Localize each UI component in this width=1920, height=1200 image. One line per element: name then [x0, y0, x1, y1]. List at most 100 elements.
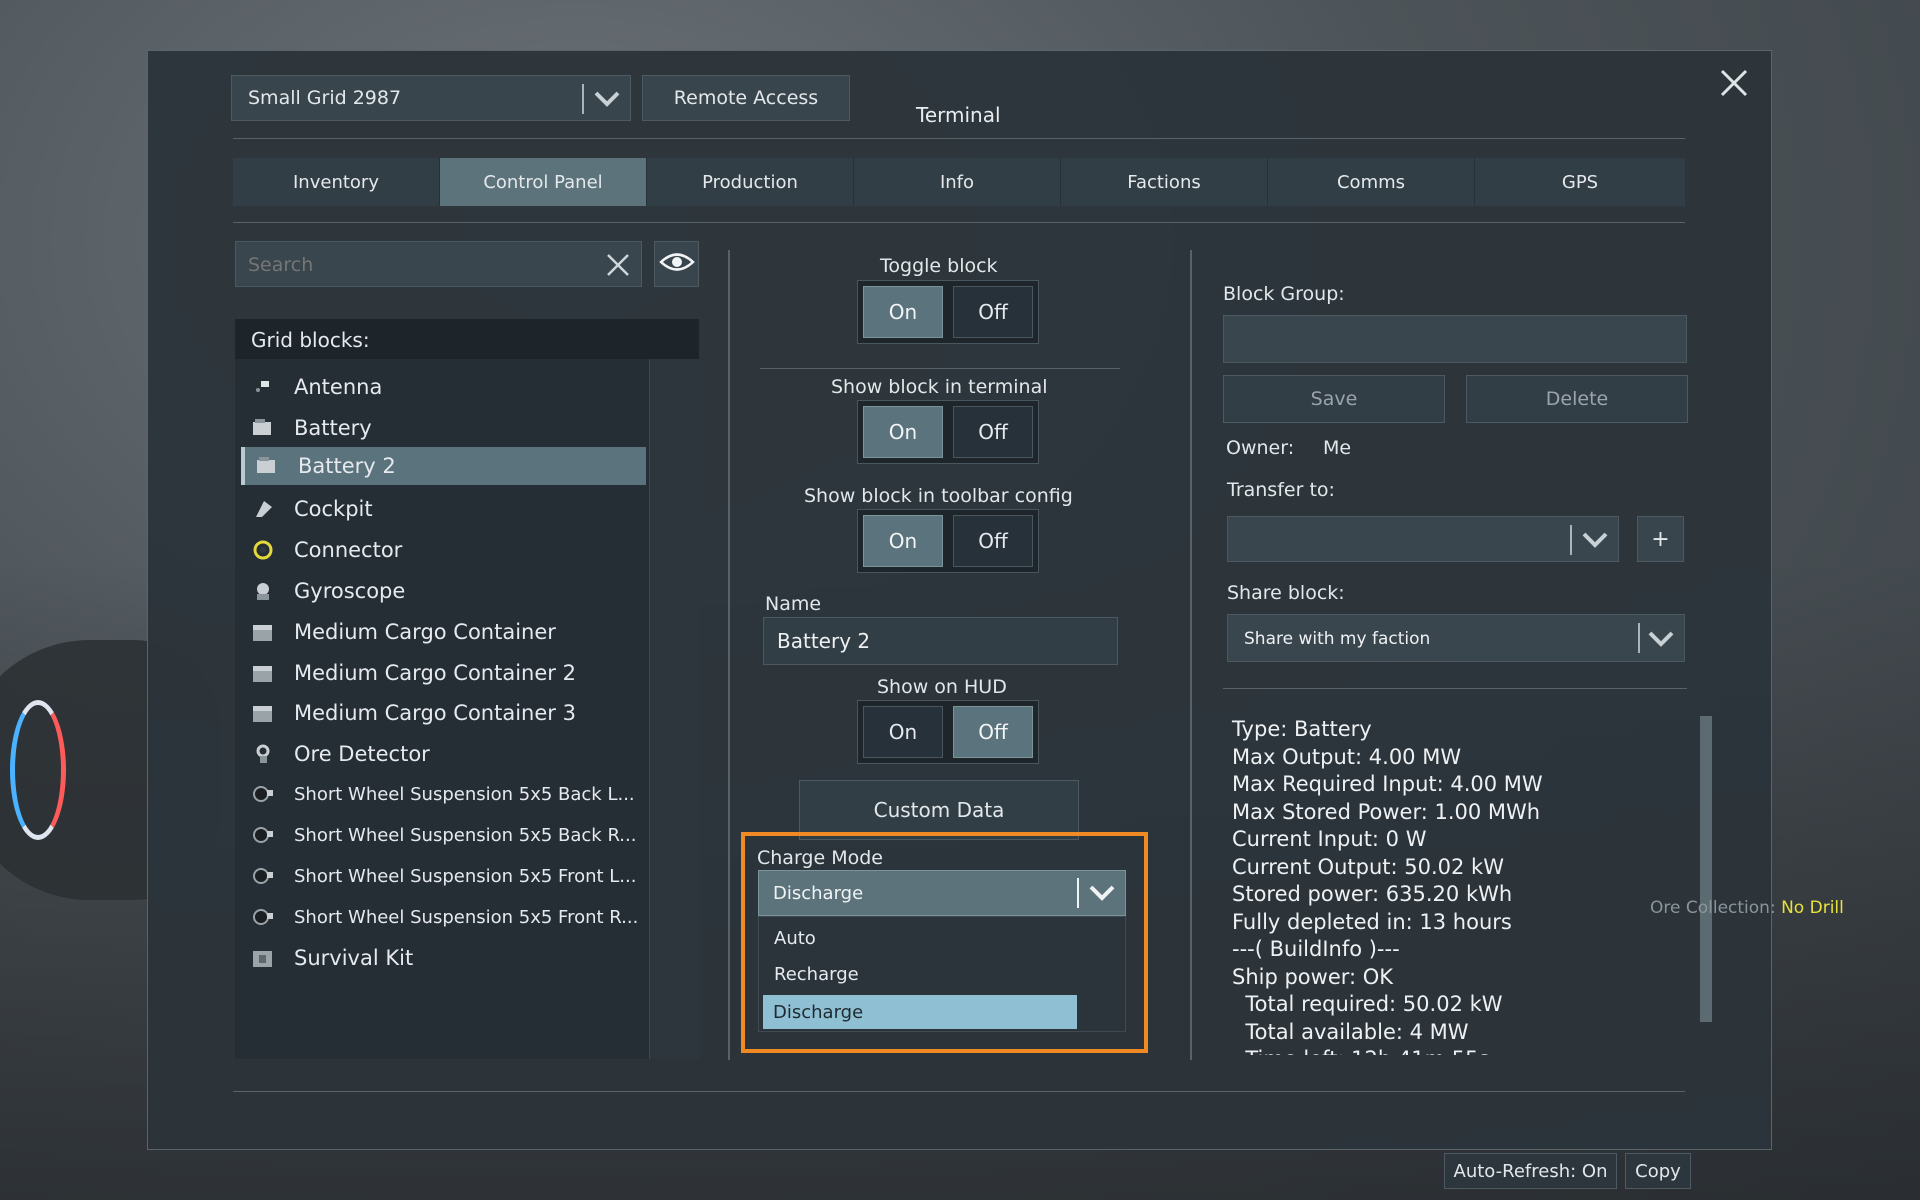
list-item-label: Short Wheel Suspension 5x5 Back R...: [294, 824, 637, 846]
tab-gps[interactable]: GPS: [1475, 158, 1685, 206]
grid-blocks-scrollbar[interactable]: [649, 359, 700, 1059]
list-item-label: Battery 2: [298, 454, 396, 478]
name-field[interactable]: Battery 2: [763, 617, 1118, 665]
transfer-add-button[interactable]: +: [1637, 516, 1684, 562]
show-in-toolbar-off-button[interactable]: Off: [953, 515, 1033, 567]
list-item-label: Connector: [294, 538, 403, 562]
ore-detector-icon: [250, 743, 276, 765]
list-item[interactable]: Battery: [241, 409, 646, 447]
header-divider: [233, 138, 1685, 139]
block-info-panel: Type: Battery Max Output: 4.00 MW Max Re…: [1223, 700, 1683, 1055]
charge-mode-option-recharge[interactable]: Recharge: [774, 964, 859, 985]
charge-mode-label: Charge Mode: [757, 847, 883, 869]
list-item[interactable]: Short Wheel Suspension 5x5 Back R...: [241, 816, 646, 854]
custom-data-button[interactable]: Custom Data: [799, 780, 1079, 840]
search-input[interactable]: [246, 250, 590, 280]
info-line: Total required: 50.02 kW: [1232, 992, 1503, 1016]
block-group-input[interactable]: [1223, 315, 1687, 363]
tab-comms[interactable]: Comms: [1268, 158, 1475, 206]
show-in-terminal-label: Show block in terminal: [831, 376, 1048, 398]
cargo-icon: [250, 702, 276, 724]
info-divider: [1223, 688, 1687, 689]
battery-icon: [254, 455, 280, 477]
save-button[interactable]: Save: [1223, 375, 1445, 423]
battery-icon: [250, 417, 276, 439]
list-item-label: Short Wheel Suspension 5x5 Front R...: [294, 906, 639, 928]
charge-mode-option-discharge-label: Discharge: [773, 1002, 864, 1023]
background-wheel: [10, 700, 66, 840]
antenna-icon: [250, 376, 276, 398]
charge-mode-option-discharge[interactable]: Discharge: [763, 995, 1077, 1029]
tab-control-panel[interactable]: Control Panel: [440, 158, 647, 206]
show-on-hud-on-button[interactable]: On: [863, 706, 943, 758]
block-info-text: Type: Battery Max Output: 4.00 MW Max Re…: [1232, 716, 1543, 1055]
toggle-block-on-button[interactable]: On: [863, 286, 943, 338]
charge-mode-dropdown[interactable]: Discharge: [758, 870, 1126, 916]
info-line: Total available: 4 MW: [1232, 1019, 1469, 1044]
wheel-icon: [250, 824, 276, 846]
share-block-dropdown[interactable]: Share with my faction: [1227, 614, 1685, 662]
tab-factions[interactable]: Factions: [1061, 158, 1268, 206]
survival-kit-icon: [250, 947, 276, 969]
footer-divider: [233, 1091, 1685, 1092]
list-item[interactable]: Medium Cargo Container 2: [241, 654, 646, 692]
info-scrollbar[interactable]: [1700, 716, 1712, 1022]
list-item-label: Medium Cargo Container 3: [294, 701, 576, 725]
list-item[interactable]: Ore Detector: [241, 735, 646, 773]
show-in-terminal-switch: On Off: [857, 400, 1039, 464]
show-in-terminal-off-button[interactable]: Off: [953, 406, 1033, 458]
show-on-hud-off-button[interactable]: Off: [953, 706, 1033, 758]
ore-collection-value: No Drill: [1781, 898, 1844, 918]
show-on-hud-switch: On Off: [857, 700, 1039, 764]
list-item[interactable]: Cockpit: [241, 490, 646, 528]
list-item[interactable]: Short Wheel Suspension 5x5 Front L...: [241, 857, 646, 895]
block-group-label: Block Group:: [1223, 283, 1345, 305]
auto-refresh-button[interactable]: Auto-Refresh: On: [1444, 1153, 1617, 1189]
list-item[interactable]: Short Wheel Suspension 5x5 Back L...: [241, 775, 646, 813]
charge-mode-option-auto[interactable]: Auto: [774, 928, 816, 949]
info-line: Fully depleted in: 13 hours: [1232, 909, 1512, 934]
toggle-block-off-button[interactable]: Off: [953, 286, 1033, 338]
list-item-label: Medium Cargo Container 2: [294, 661, 576, 685]
owner-value: Me: [1323, 437, 1352, 459]
dropdown-divider: [1570, 525, 1572, 555]
info-line: Time left: 12h 41m 55s: [1232, 1046, 1543, 1055]
list-item[interactable]: Antenna: [241, 368, 646, 406]
charge-mode-value: Discharge: [773, 883, 864, 904]
list-item-label: Gyroscope: [294, 579, 406, 603]
tab-info[interactable]: Info: [854, 158, 1061, 206]
grid-selector-label: Small Grid 2987: [248, 87, 402, 109]
chevron-down-icon: [1087, 879, 1117, 911]
info-line: Max Stored Power: 1.00 MWh: [1232, 799, 1541, 824]
info-line: Stored power: 635.20 kWh: [1232, 882, 1513, 906]
list-item[interactable]: Connector: [241, 531, 646, 569]
clear-search-icon[interactable]: [605, 252, 631, 282]
grid-selector[interactable]: Small Grid 2987: [231, 75, 631, 121]
tab-inventory[interactable]: Inventory: [233, 158, 440, 206]
copy-button[interactable]: Copy: [1625, 1153, 1691, 1189]
tab-production[interactable]: Production: [647, 158, 854, 206]
ore-collection-label: Ore Collection:: [1650, 898, 1776, 918]
grid-blocks-title: Grid blocks:: [251, 328, 370, 352]
list-item[interactable]: Gyroscope: [241, 572, 646, 610]
info-line: Max Output: 4.00 MW: [1232, 744, 1462, 769]
list-item-label: Cockpit: [294, 497, 373, 521]
cargo-icon: [250, 621, 276, 643]
info-line: ---( BuildInfo )---: [1232, 937, 1400, 961]
remote-access-button[interactable]: Remote Access: [642, 75, 850, 121]
tabs-divider: [233, 222, 1685, 223]
toggle-block-switch: On Off: [857, 280, 1039, 344]
list-item[interactable]: Medium Cargo Container: [241, 613, 646, 651]
show-in-terminal-on-button[interactable]: On: [863, 406, 943, 458]
close-icon[interactable]: [1719, 68, 1749, 98]
list-item[interactable]: Survival Kit: [241, 939, 646, 977]
visibility-toggle-button[interactable]: [654, 241, 699, 287]
delete-button[interactable]: Delete: [1466, 375, 1688, 423]
name-value: Battery 2: [777, 629, 871, 653]
info-line: Ship power: OK: [1232, 964, 1394, 989]
list-item[interactable]: Medium Cargo Container 3: [241, 694, 646, 732]
list-item[interactable]: Battery 2: [241, 447, 646, 485]
list-item[interactable]: Short Wheel Suspension 5x5 Front R...: [241, 898, 646, 936]
transfer-dropdown[interactable]: [1227, 516, 1619, 562]
show-in-toolbar-on-button[interactable]: On: [863, 515, 943, 567]
